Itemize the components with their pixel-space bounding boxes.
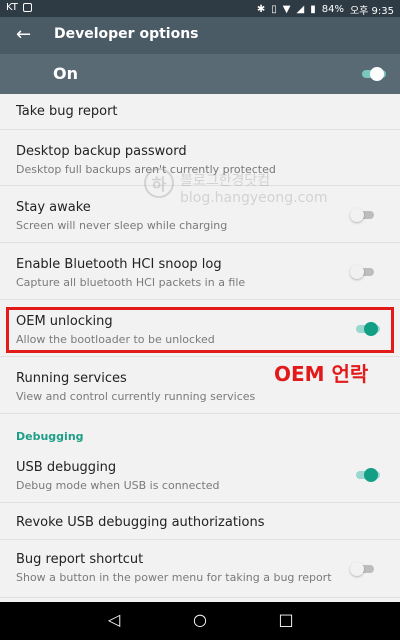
master-switch-label: On	[53, 64, 78, 83]
item-title: USB debugging	[16, 460, 117, 475]
section-header-debugging: Debugging	[16, 430, 84, 443]
nav-home-icon[interactable]: ○	[190, 610, 210, 630]
oem-unlocking-highlight-box	[6, 307, 394, 353]
vibrate-icon: ▯	[271, 4, 277, 15]
toggle-thumb	[350, 265, 364, 279]
list-item-desktop-backup-password[interactable]: Desktop backup password Desktop full bac…	[0, 130, 400, 186]
app-bar: ← Developer options	[0, 17, 400, 54]
bluetooth-icon: ✱	[256, 4, 266, 15]
notification-icon	[22, 3, 32, 12]
list-item-stay-awake[interactable]: Stay awake Screen will never sleep while…	[0, 186, 400, 243]
stay-awake-toggle[interactable]	[350, 208, 380, 222]
item-title: Revoke USB debugging authorizations	[16, 515, 265, 530]
master-switch-bar[interactable]: On	[0, 54, 400, 94]
list-item-bug-report-shortcut[interactable]: Bug report shortcut Show a button in the…	[0, 540, 400, 598]
bug-report-shortcut-toggle[interactable]	[350, 562, 380, 576]
item-title: Stay awake	[16, 200, 91, 215]
item-subtitle: View and control currently running servi…	[16, 390, 256, 403]
toggle-thumb	[350, 208, 364, 222]
oem-unlock-annotation: OEM 언락	[274, 362, 369, 386]
item-subtitle: Debug mode when USB is connected	[16, 479, 220, 492]
usb-debugging-toggle[interactable]	[350, 468, 380, 482]
battery-icon: ▮	[310, 4, 316, 15]
item-subtitle: Show a button in the power menu for taki…	[16, 571, 332, 584]
status-right: ✱ ▯ ▼ ◢ ▮ 84% 오후 9:35	[257, 2, 394, 17]
navigation-bar: ◁ ○ □	[0, 602, 400, 640]
item-title: Desktop backup password	[16, 144, 187, 159]
status-left: KT	[6, 2, 32, 13]
nav-recents-icon[interactable]: □	[276, 610, 296, 630]
item-title: Bug report shortcut	[16, 552, 144, 567]
toggle-thumb	[350, 562, 364, 576]
back-arrow-icon[interactable]: ←	[16, 25, 36, 45]
item-title: Running services	[16, 371, 127, 386]
list-item-take-bug-report[interactable]: Take bug report	[0, 94, 400, 130]
wifi-icon: ▼	[282, 4, 291, 15]
item-subtitle: Capture all bluetooth HCI packets in a f…	[16, 276, 246, 289]
nav-back-icon[interactable]: ◁	[104, 610, 124, 630]
toggle-thumb	[370, 67, 384, 81]
list-item-usb-debugging[interactable]: USB debugging Debug mode when USB is con…	[0, 448, 400, 503]
item-subtitle: Desktop full backups aren't currently pr…	[16, 163, 276, 176]
master-toggle[interactable]	[356, 67, 386, 81]
item-title: Enable Bluetooth HCI snoop log	[16, 257, 222, 272]
time: 오후 9:35	[349, 6, 394, 17]
list-item-bluetooth-hci-snoop-log[interactable]: Enable Bluetooth HCI snoop log Capture a…	[0, 243, 400, 300]
battery-percent: 84%	[321, 4, 344, 15]
bluetooth-hci-toggle[interactable]	[350, 265, 380, 279]
item-title: Take bug report	[16, 104, 118, 119]
item-subtitle: Screen will never sleep while charging	[16, 219, 228, 232]
status-bar: KT ✱ ▯ ▼ ◢ ▮ 84% 오후 9:35	[0, 0, 400, 17]
list-item-revoke-usb-debugging[interactable]: Revoke USB debugging authorizations	[0, 503, 400, 540]
carrier-label: KT	[6, 2, 18, 13]
page-title: Developer options	[54, 26, 199, 42]
signal-icon: ◢	[296, 4, 305, 15]
toggle-thumb	[364, 468, 378, 482]
